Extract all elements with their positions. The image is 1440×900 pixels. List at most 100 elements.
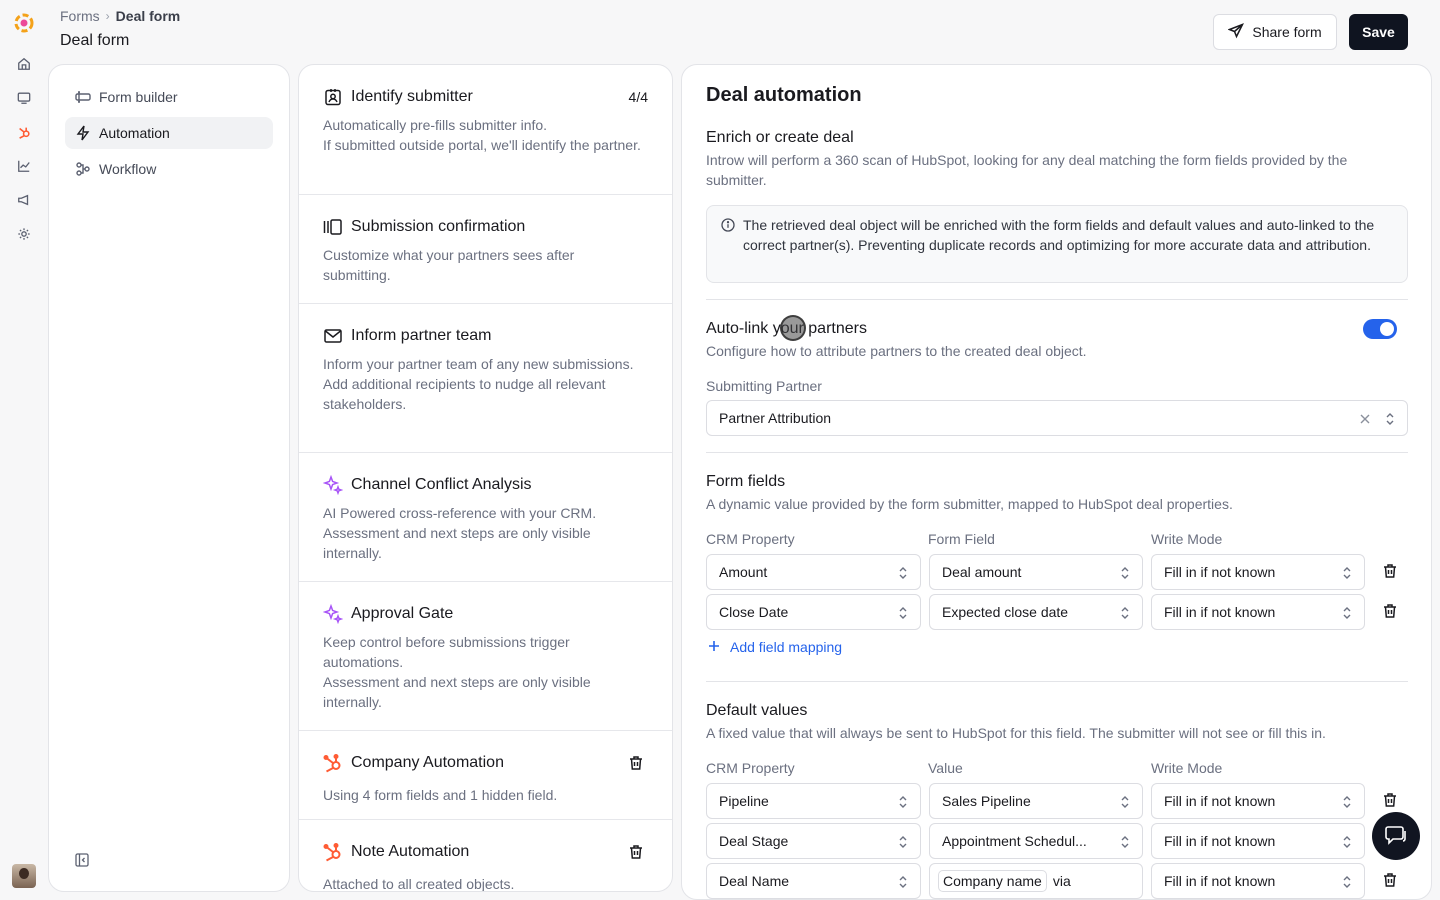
share-form-button[interactable]: Share form [1213, 14, 1337, 50]
crm-property-select[interactable]: Deal Name [706, 863, 921, 899]
info-text: The retrieved deal object will be enrich… [743, 217, 1375, 253]
page-title: Deal form [60, 32, 130, 49]
select-value: Deal amount [942, 564, 1022, 580]
write-mode-select[interactable]: Fill in if not known [1151, 863, 1365, 899]
app-logo-icon[interactable] [13, 12, 35, 34]
automation-title: Note Automation [351, 843, 470, 860]
chevron-updown-icon [898, 795, 908, 809]
chevron-updown-icon [1342, 835, 1352, 849]
form-fields-title: Form fields [706, 473, 786, 490]
automation-title: Inform partner team [351, 327, 492, 344]
chevron-right-icon: › [105, 9, 110, 23]
submitting-partner-label: Submitting Partner [706, 378, 822, 394]
chevron-updown-icon [898, 606, 908, 620]
automation-card-inform-partner-team[interactable]: Inform partner team Inform your partner … [299, 304, 672, 453]
hubspot-icon [323, 753, 343, 773]
value-input[interactable]: Company name via [929, 863, 1143, 899]
write-mode-select[interactable]: Fill in if not known [1151, 594, 1365, 630]
automation-title: Submission confirmation [351, 218, 526, 235]
trash-icon[interactable] [1382, 563, 1398, 579]
automation-card-company[interactable]: Company Automation Using 4 form fields a… [299, 731, 672, 820]
add-field-mapping-label: Add field mapping [730, 639, 843, 655]
automation-card-identify-submitter[interactable]: Identify submitter 4/4 Automatically pre… [299, 65, 672, 195]
crm-property-select[interactable]: Pipeline [706, 783, 921, 819]
chevron-updown-icon [1342, 795, 1352, 809]
gear-icon[interactable] [16, 226, 32, 242]
user-avatar[interactable] [12, 864, 36, 888]
automation-card-note[interactable]: Note Automation Attached to all created … [299, 820, 672, 892]
sparkles-icon [323, 604, 343, 624]
select-value: Close Date [719, 604, 789, 620]
sidebar-item-form-builder[interactable]: Form builder [65, 81, 273, 113]
chevron-updown-icon [898, 875, 908, 889]
trash-icon[interactable] [1382, 872, 1398, 888]
automation-card-submission-confirmation[interactable]: Submission confirmation Customize what y… [299, 195, 672, 304]
value-select[interactable]: Sales Pipeline [929, 783, 1143, 819]
breadcrumb-parent[interactable]: Forms [60, 8, 100, 24]
save-button[interactable]: Save [1349, 14, 1408, 50]
automation-title: Channel Conflict Analysis [351, 476, 532, 493]
select-value: Fill in if not known [1164, 564, 1276, 580]
chat-support-button[interactable] [1372, 812, 1420, 860]
automation-count: 4/4 [628, 89, 648, 105]
select-value: Appointment Schedul... [942, 833, 1087, 849]
write-mode-select[interactable]: Fill in if not known [1151, 823, 1365, 859]
trash-icon[interactable] [1382, 792, 1398, 808]
sidebar-item-workflow[interactable]: Workflow [65, 153, 273, 185]
form-field-select[interactable]: Deal amount [929, 554, 1143, 590]
trash-icon[interactable] [628, 844, 644, 860]
sidebar-item-label: Automation [99, 125, 170, 141]
chart-icon[interactable] [16, 158, 32, 174]
select-value: Fill in if not known [1164, 833, 1276, 849]
select-value: Fill in if not known [1164, 793, 1276, 809]
chevron-updown-icon [1120, 835, 1130, 849]
select-value: Sales Pipeline [942, 793, 1031, 809]
automation-card-channel-conflict[interactable]: Channel Conflict Analysis AI Powered cro… [299, 453, 672, 582]
detail-title: Deal automation [706, 84, 862, 106]
sidebar-item-label: Workflow [99, 161, 157, 177]
value-select[interactable]: Appointment Schedul... [929, 823, 1143, 859]
breadcrumb-current: Deal form [115, 8, 181, 24]
home-icon[interactable] [16, 56, 32, 72]
automation-desc: AI Powered cross-reference with your CRM… [323, 505, 597, 561]
autolink-toggle[interactable] [1363, 319, 1397, 339]
default-values-desc: A fixed value that will always be sent t… [706, 725, 1326, 741]
megaphone-icon[interactable] [16, 192, 32, 208]
select-value: Partner Attribution [719, 410, 832, 426]
form-fields-desc: A dynamic value provided by the form sub… [706, 496, 1233, 512]
trash-icon[interactable] [1382, 603, 1398, 619]
hubspot-icon [323, 842, 343, 862]
form-field-select[interactable]: Expected close date [929, 594, 1143, 630]
write-mode-select[interactable]: Fill in if not known [1151, 554, 1365, 590]
automation-detail-panel: Deal automation Enrich or create deal In… [681, 64, 1432, 900]
divider [706, 681, 1408, 682]
monitor-icon[interactable] [16, 90, 32, 106]
enrich-desc: Introw will perform a 360 scan of HubSpo… [706, 152, 1348, 188]
crm-property-select[interactable]: Amount [706, 554, 921, 590]
write-mode-select[interactable]: Fill in if not known [1151, 783, 1365, 819]
automation-desc: Using 4 form fields and 1 hidden field. [323, 787, 558, 803]
chevron-updown-icon [1342, 606, 1352, 620]
hubspot-icon[interactable] [16, 124, 32, 140]
col-crm-property: CRM Property [706, 760, 795, 776]
automation-card-approval-gate[interactable]: Approval Gate Keep control before submis… [299, 582, 672, 731]
sidebar-item-automation[interactable]: Automation [65, 117, 273, 149]
variable-chip[interactable]: Company name [938, 870, 1047, 892]
trash-icon[interactable] [628, 755, 644, 771]
share-form-label: Share form [1252, 24, 1322, 40]
clear-icon[interactable] [1359, 412, 1371, 424]
col-write-mode: Write Mode [1151, 760, 1223, 776]
chevron-updown-icon [1120, 566, 1130, 580]
add-field-mapping-button[interactable]: Add field mapping [708, 639, 842, 655]
crm-property-select[interactable]: Deal Stage [706, 823, 921, 859]
crm-property-select[interactable]: Close Date [706, 594, 921, 630]
select-value: Fill in if not known [1164, 604, 1276, 620]
automation-desc: Customize what your partners sees after … [323, 247, 575, 283]
mouse-cursor [780, 315, 806, 341]
chat-icon [1385, 825, 1407, 848]
col-write-mode: Write Mode [1151, 531, 1223, 547]
sidebar-item-label: Form builder [99, 89, 178, 105]
collapse-sidebar-icon[interactable] [75, 853, 89, 867]
automation-desc: Attached to all created objects. [323, 876, 515, 892]
submitting-partner-select[interactable]: Partner Attribution [706, 400, 1408, 436]
